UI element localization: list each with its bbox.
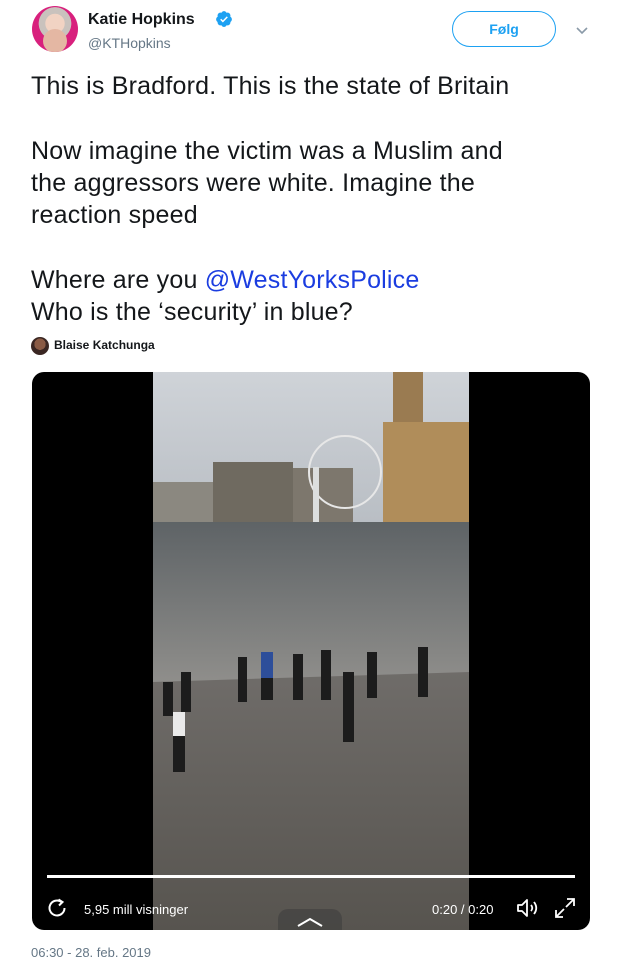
replay-icon[interactable] <box>46 897 68 919</box>
tweet-header: Katie Hopkins @KTHopkins Følg <box>32 6 592 58</box>
expand-icon[interactable] <box>553 896 577 920</box>
tweet-line: Who is the ‘security’ in blue? <box>31 298 353 326</box>
video-player[interactable]: 5,95 mill visninger 0:20 / 0:20 <box>32 372 590 930</box>
chevron-down-icon[interactable] <box>574 22 590 38</box>
author-name[interactable]: Katie Hopkins <box>88 11 195 29</box>
tweet-line-text: Where are you <box>31 266 205 294</box>
tweet-line: reaction speed <box>31 201 198 229</box>
tweet-line: Where are you @WestYorksPolice <box>31 264 591 296</box>
follow-button[interactable]: Følg <box>452 11 556 47</box>
author-handle[interactable]: @KTHopkins <box>88 35 171 51</box>
collapse-up-icon <box>297 917 323 927</box>
collapse-handle[interactable] <box>278 909 342 930</box>
view-count: 5,95 mill visninger <box>84 902 189 917</box>
volume-icon[interactable] <box>515 896 541 920</box>
tweet-text: This is Bradford. This is the state of B… <box>31 70 591 328</box>
credit-name: Blaise Katchunga <box>54 338 155 352</box>
video-progress-bar[interactable] <box>47 875 575 878</box>
author-avatar[interactable] <box>32 6 78 52</box>
video-frame <box>153 372 469 930</box>
video-time: 0:20 / 0:20 <box>432 902 494 917</box>
tweet-line: the aggressors were white. Imagine the <box>31 169 475 197</box>
verified-badge-icon <box>216 11 232 27</box>
tweet-line: This is Bradford. This is the state of B… <box>31 72 510 100</box>
tweet-timestamp[interactable]: 06:30 - 28. feb. 2019 <box>31 945 151 960</box>
credit-avatar <box>31 337 49 355</box>
mention-link[interactable]: @WestYorksPolice <box>205 266 420 294</box>
video-progress-fill <box>47 875 575 878</box>
tweet-line: Now imagine the victim was a Muslim and <box>31 137 503 165</box>
